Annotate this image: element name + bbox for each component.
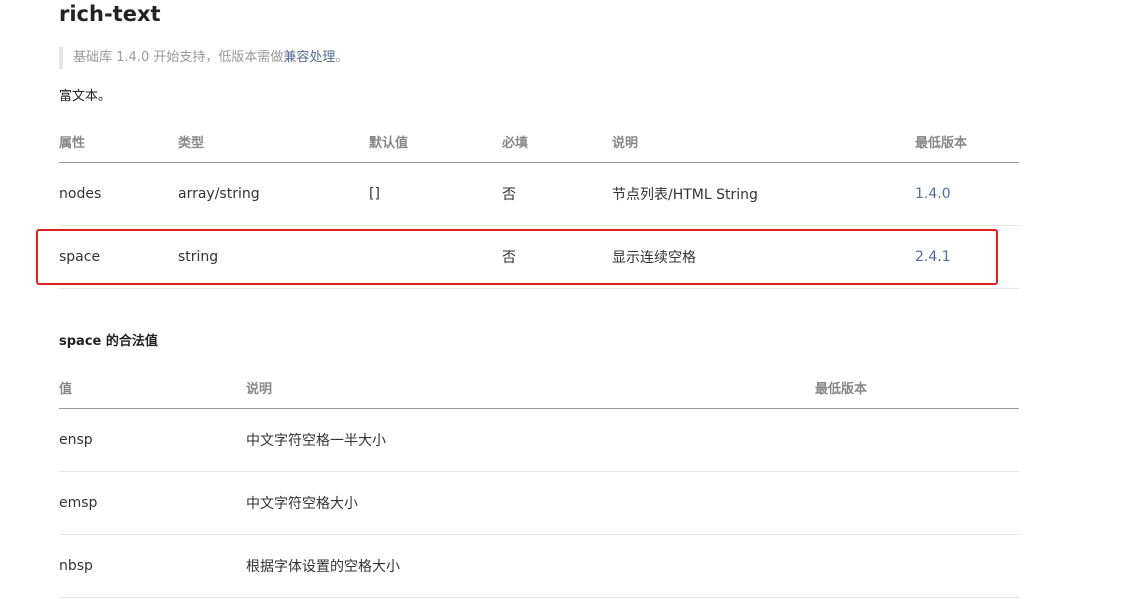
table-header-row: 值 说明 最低版本 bbox=[59, 367, 1019, 409]
page-title: rich-text bbox=[59, 2, 161, 26]
header-default: 默认值 bbox=[369, 121, 502, 163]
cell-value: nbsp bbox=[59, 534, 246, 598]
header-type: 类型 bbox=[178, 121, 369, 163]
cell-min-version bbox=[815, 408, 1019, 472]
compat-link[interactable]: 兼容处理 bbox=[283, 50, 335, 65]
support-note: 基础库 1.4.0 开始支持，低版本需做兼容处理。 bbox=[59, 47, 348, 69]
cell-attribute: nodes bbox=[59, 162, 178, 226]
header-required: 必填 bbox=[502, 121, 612, 163]
cell-description: 节点列表/HTML String bbox=[612, 162, 915, 226]
header-min-version: 最低版本 bbox=[815, 367, 1019, 409]
cell-required: 否 bbox=[502, 162, 612, 226]
space-values-table: 值 说明 最低版本 ensp 中文字符空格一半大小 emsp 中文字符空格大小 … bbox=[59, 367, 1019, 598]
cell-attribute: space bbox=[59, 225, 178, 289]
properties-table: 属性 类型 默认值 必填 说明 最低版本 nodes array/string … bbox=[59, 121, 1019, 289]
cell-description: 中文字符空格一半大小 bbox=[246, 408, 815, 472]
cell-min-version bbox=[815, 534, 1019, 598]
table-header-row: 属性 类型 默认值 必填 说明 最低版本 bbox=[59, 121, 1019, 163]
header-attribute: 属性 bbox=[59, 121, 178, 163]
cell-default: [] bbox=[369, 162, 502, 226]
cell-type: array/string bbox=[178, 162, 369, 226]
cell-min-version bbox=[815, 471, 1019, 535]
doc-page: rich-text 基础库 1.4.0 开始支持，低版本需做兼容处理。 富文本。… bbox=[0, 0, 1145, 615]
cell-min-version-link[interactable]: 1.4.0 bbox=[915, 162, 1019, 226]
component-description: 富文本。 bbox=[59, 89, 112, 104]
cell-description: 根据字体设置的空格大小 bbox=[246, 534, 815, 598]
table-row: space string 否 显示连续空格 2.4.1 bbox=[59, 225, 1019, 289]
support-note-suffix: 。 bbox=[335, 50, 349, 65]
table-row: emsp 中文字符空格大小 bbox=[59, 471, 1019, 535]
cell-value: ensp bbox=[59, 408, 246, 472]
support-note-text: 基础库 1.4.0 开始支持，低版本需做 bbox=[73, 50, 284, 65]
header-value: 值 bbox=[59, 367, 246, 409]
cell-description: 显示连续空格 bbox=[612, 225, 915, 289]
cell-type: string bbox=[178, 225, 369, 289]
table-row: ensp 中文字符空格一半大小 bbox=[59, 408, 1019, 472]
table-row: nbsp 根据字体设置的空格大小 bbox=[59, 534, 1019, 598]
cell-default bbox=[369, 225, 502, 289]
section-title: space 的合法值 bbox=[59, 334, 158, 349]
header-min-version: 最低版本 bbox=[915, 121, 1019, 163]
cell-required: 否 bbox=[502, 225, 612, 289]
cell-value: emsp bbox=[59, 471, 246, 535]
cell-min-version-link[interactable]: 2.4.1 bbox=[915, 225, 1019, 289]
header-description: 说明 bbox=[612, 121, 915, 163]
table-row: nodes array/string [] 否 节点列表/HTML String… bbox=[59, 162, 1019, 226]
header-description: 说明 bbox=[246, 367, 815, 409]
cell-description: 中文字符空格大小 bbox=[246, 471, 815, 535]
